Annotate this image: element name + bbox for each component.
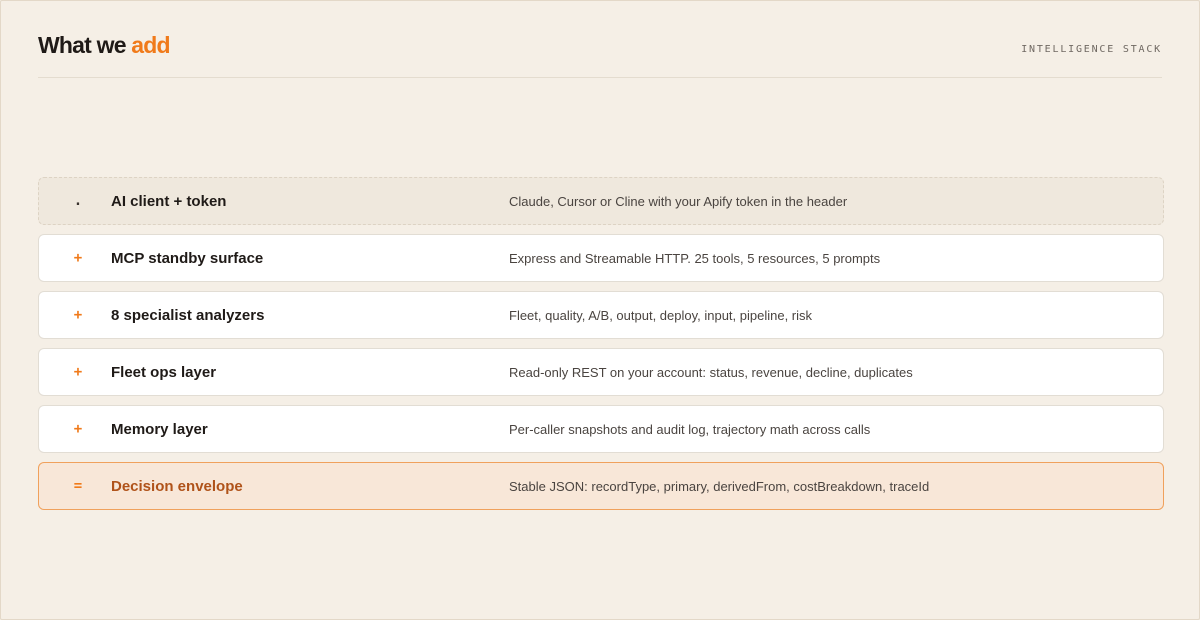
- stack-row-decision-envelope: = Decision envelope Stable JSON: recordT…: [38, 462, 1164, 510]
- row-description: Claude, Cursor or Cline with your Apify …: [509, 193, 848, 209]
- stack-row-analyzers: + 8 specialist analyzers Fleet, quality,…: [38, 291, 1164, 339]
- row-description: Express and Streamable HTTP. 25 tools, 5…: [509, 250, 881, 266]
- row-label: 8 specialist analyzers: [111, 306, 265, 324]
- section-tag: INTELLIGENCE STACK: [1021, 44, 1162, 55]
- row-label: Decision envelope: [111, 477, 243, 495]
- page-title: What we add: [38, 29, 171, 61]
- row-symbol: +: [73, 364, 83, 380]
- stack-row-mcp-surface: + MCP standby surface Express and Stream…: [38, 234, 1164, 282]
- stack-row-ai-client: . AI client + token Claude, Cursor or Cl…: [38, 177, 1164, 225]
- stack-panel: What we add INTELLIGENCE STACK . AI clie…: [0, 0, 1200, 620]
- row-symbol: .: [73, 193, 83, 209]
- row-label: Memory layer: [111, 420, 208, 438]
- row-symbol: +: [73, 421, 83, 437]
- row-symbol: =: [73, 478, 83, 494]
- row-label: MCP standby surface: [111, 249, 264, 267]
- row-label: AI client + token: [111, 192, 227, 210]
- panel-header: What we add INTELLIGENCE STACK: [38, 29, 1162, 78]
- row-description: Stable JSON: recordType, primary, derive…: [509, 478, 930, 494]
- stack-row-memory: + Memory layer Per-caller snapshots and …: [38, 405, 1164, 453]
- row-symbol: +: [73, 307, 83, 323]
- row-description: Fleet, quality, A/B, output, deploy, inp…: [509, 307, 813, 323]
- row-symbol: +: [73, 250, 83, 266]
- row-description: Per-caller snapshots and audit log, traj…: [509, 421, 871, 437]
- title-main: What we: [38, 32, 126, 58]
- row-label: Fleet ops layer: [111, 363, 217, 381]
- title-accent: add: [131, 32, 170, 58]
- stack-list: . AI client + token Claude, Cursor or Cl…: [38, 177, 1164, 519]
- row-description: Read-only REST on your account: status, …: [509, 364, 913, 380]
- stack-row-fleet-ops: + Fleet ops layer Read-only REST on your…: [38, 348, 1164, 396]
